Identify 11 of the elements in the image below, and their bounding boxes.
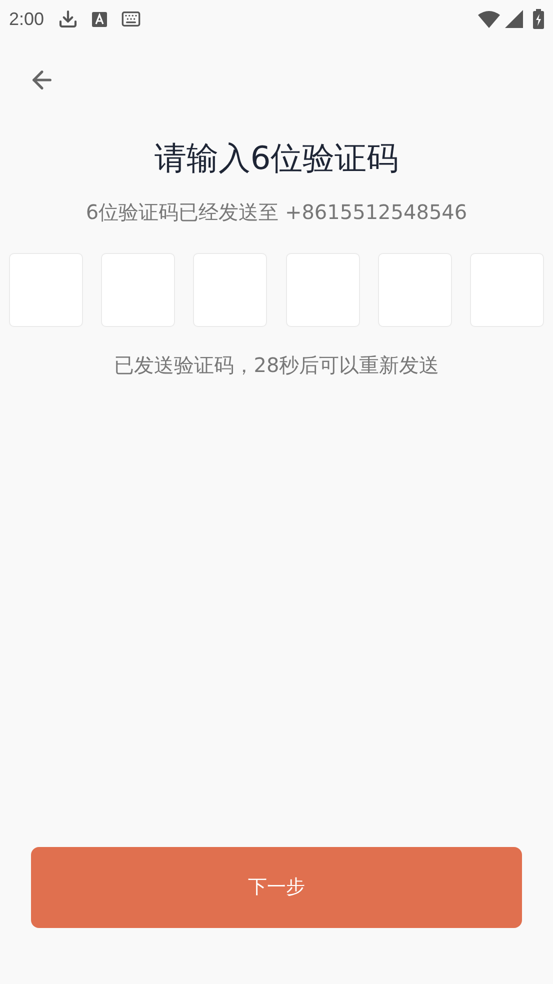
download-icon — [58, 9, 78, 29]
keyboard-icon — [121, 9, 142, 29]
status-time: 2:00 — [9, 8, 44, 30]
next-button[interactable]: 下一步 — [31, 847, 522, 928]
keyboard-language-icon — [92, 12, 108, 26]
resend-hint-text: 已发送验证码，28秒后可以重新发送 — [112, 352, 440, 379]
wifi-icon — [478, 10, 500, 28]
sent-to-text: 6位验证码已经发送至 +8615512548546 — [84, 199, 468, 226]
page-title: 请输入6位验证码 — [153, 138, 400, 178]
signal-icon — [505, 10, 523, 28]
battery-icon — [533, 9, 544, 29]
